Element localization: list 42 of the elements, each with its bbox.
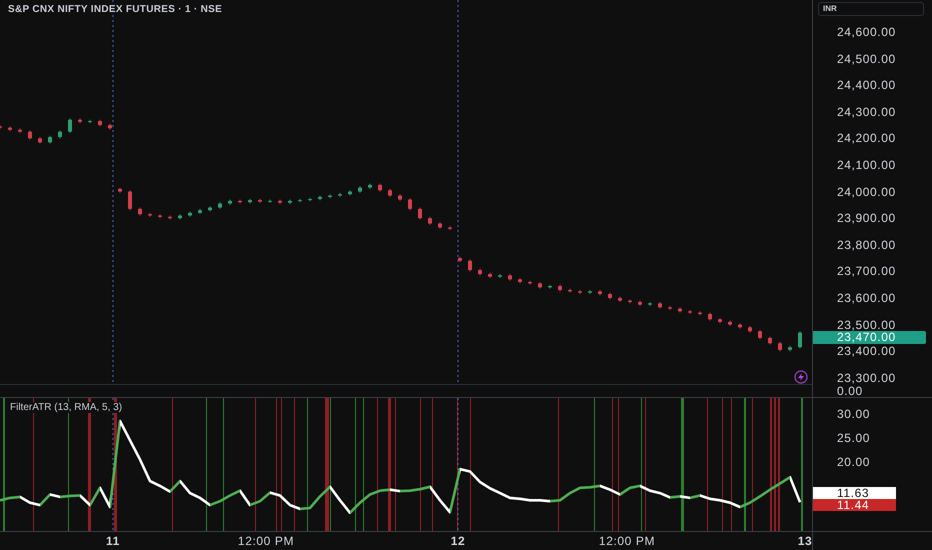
price-axis-label: 24,100.00 (836, 158, 896, 172)
candlestick (468, 259, 472, 272)
price-axis-label: 23,800.00 (836, 238, 896, 252)
candlestick (418, 207, 422, 220)
price-axis-label: 24,200.00 (836, 131, 896, 146)
indicator-value-tag: 11.44 (813, 499, 896, 511)
time-axis-label: 11 (106, 534, 120, 548)
candlestick (778, 341, 782, 352)
price-axis-label: 24,400.00 (836, 78, 896, 92)
candlestick (88, 119, 92, 124)
indicator-title: FilterATR (13, RMA, 5, 3) (8, 402, 124, 413)
candlestick (758, 330, 762, 340)
candlestick (68, 118, 72, 134)
price-axis-label: 23,900.00 (836, 211, 896, 226)
price-axis-label: 23,600.00 (836, 290, 896, 305)
price-axis-label: 23,700.00 (836, 264, 896, 278)
price-axis-label: 23,300.00 (836, 370, 896, 385)
pane-axis-label: 0.00 (812, 385, 932, 397)
last-price-tag: 23,470.00 (813, 331, 926, 344)
price-axis-label: 24,000.00 (836, 184, 896, 199)
candlestick (308, 197, 312, 202)
price-axis-label: 24,600.00 (836, 24, 896, 39)
price-axis-label: 23,400.00 (836, 344, 896, 358)
candlestick (28, 130, 32, 140)
time-axis-label: 12:00 PM (598, 534, 656, 548)
time-axis-label: 13 (798, 534, 812, 548)
chart-title: S&P CNX NIFTY INDEX FUTURES · 1 · NSE (8, 4, 222, 15)
price-axis-label: 24,300.00 (836, 104, 896, 119)
currency-button[interactable]: INR (818, 2, 924, 16)
time-axis-label: 12:00 PM (238, 534, 294, 548)
price-axis-label: 24,500.00 (836, 52, 896, 66)
indicator-axis-label: 25.00 (836, 430, 870, 445)
candlestick (268, 199, 272, 204)
flash-icon[interactable] (794, 370, 808, 384)
price-axis-label: 23,500.00 (836, 318, 896, 332)
candlestick (408, 198, 412, 211)
candlestick (128, 190, 132, 211)
time-axis-label: 12 (450, 534, 466, 548)
indicator-value-tag: 11.63 (813, 487, 896, 499)
candlestick (798, 330, 802, 349)
indicator-axis-label: 30.00 (836, 406, 870, 421)
indicator-axis-label: 20.00 (836, 454, 870, 469)
